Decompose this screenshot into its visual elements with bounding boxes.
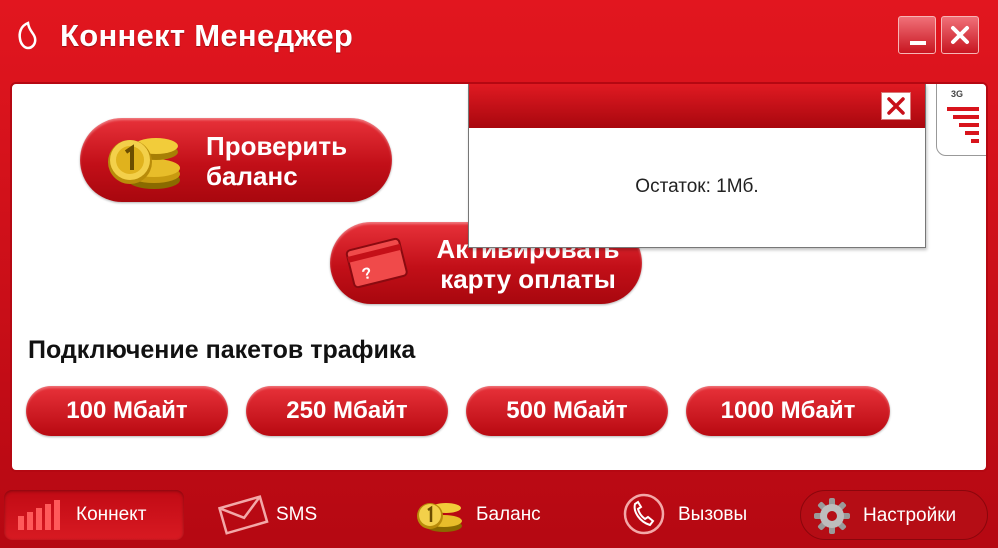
check-balance-button[interactable]: Проверить баланс: [80, 118, 392, 202]
envelope-icon: [217, 495, 269, 535]
tab-calls-label: Вызовы: [678, 504, 748, 525]
network-type-label: 3G: [951, 89, 964, 99]
packages-section-title: Подключение пакетов трафика: [28, 336, 416, 364]
package-500mb-button[interactable]: 500 Мбайт: [466, 386, 668, 436]
tab-connect[interactable]: Коннект: [4, 490, 184, 540]
minimize-icon: [910, 41, 926, 45]
connect-manager-window: Коннект Менеджер Проверить баланс ? Акти…: [0, 0, 998, 548]
tab-calls[interactable]: Вызовы: [604, 490, 784, 540]
close-button[interactable]: [941, 16, 979, 54]
tab-balance-label: Баланс: [476, 504, 541, 525]
balance-remaining-text: Остаток: 1Мб.: [635, 176, 759, 197]
coins-icon: [108, 138, 180, 189]
phone-icon: [623, 493, 665, 535]
package-100mb-button[interactable]: 100 Мбайт: [26, 386, 228, 436]
gear-icon: [814, 498, 850, 534]
signal-bars-icon: [18, 500, 60, 530]
tab-sms[interactable]: SMS: [210, 490, 360, 540]
payment-card-icon: ?: [345, 237, 408, 289]
balance-popup: Остаток: 1Мб.: [468, 84, 926, 248]
tab-settings-label: Настройки: [863, 505, 957, 526]
title-bar: Коннект Менеджер: [0, 0, 998, 76]
popup-header: [469, 84, 925, 128]
tab-sms-label: SMS: [276, 504, 318, 525]
close-icon: [887, 97, 905, 115]
bottom-tab-bar: Коннект SMS Баланс Вызовы Настройки: [0, 478, 998, 548]
signal-strength-icon: [947, 107, 979, 143]
coins-icon: [417, 503, 462, 532]
signal-indicator: 3G: [936, 84, 986, 156]
package-1000mb-button[interactable]: 1000 Мбайт: [686, 386, 890, 436]
minimize-button[interactable]: [898, 16, 936, 54]
tab-balance[interactable]: Баланс: [408, 490, 588, 540]
app-title: Коннект Менеджер: [60, 18, 354, 53]
main-panel: Проверить баланс ? Активировать карту оп…: [10, 82, 988, 472]
vodafone-logo-icon: [18, 21, 37, 50]
check-balance-label: Проверить баланс: [206, 131, 348, 191]
tab-connect-label: Коннект: [76, 504, 147, 525]
tab-settings[interactable]: Настройки: [800, 490, 988, 540]
close-icon: [951, 26, 969, 44]
popup-close-button[interactable]: [881, 92, 911, 120]
package-250mb-button[interactable]: 250 Мбайт: [246, 386, 448, 436]
